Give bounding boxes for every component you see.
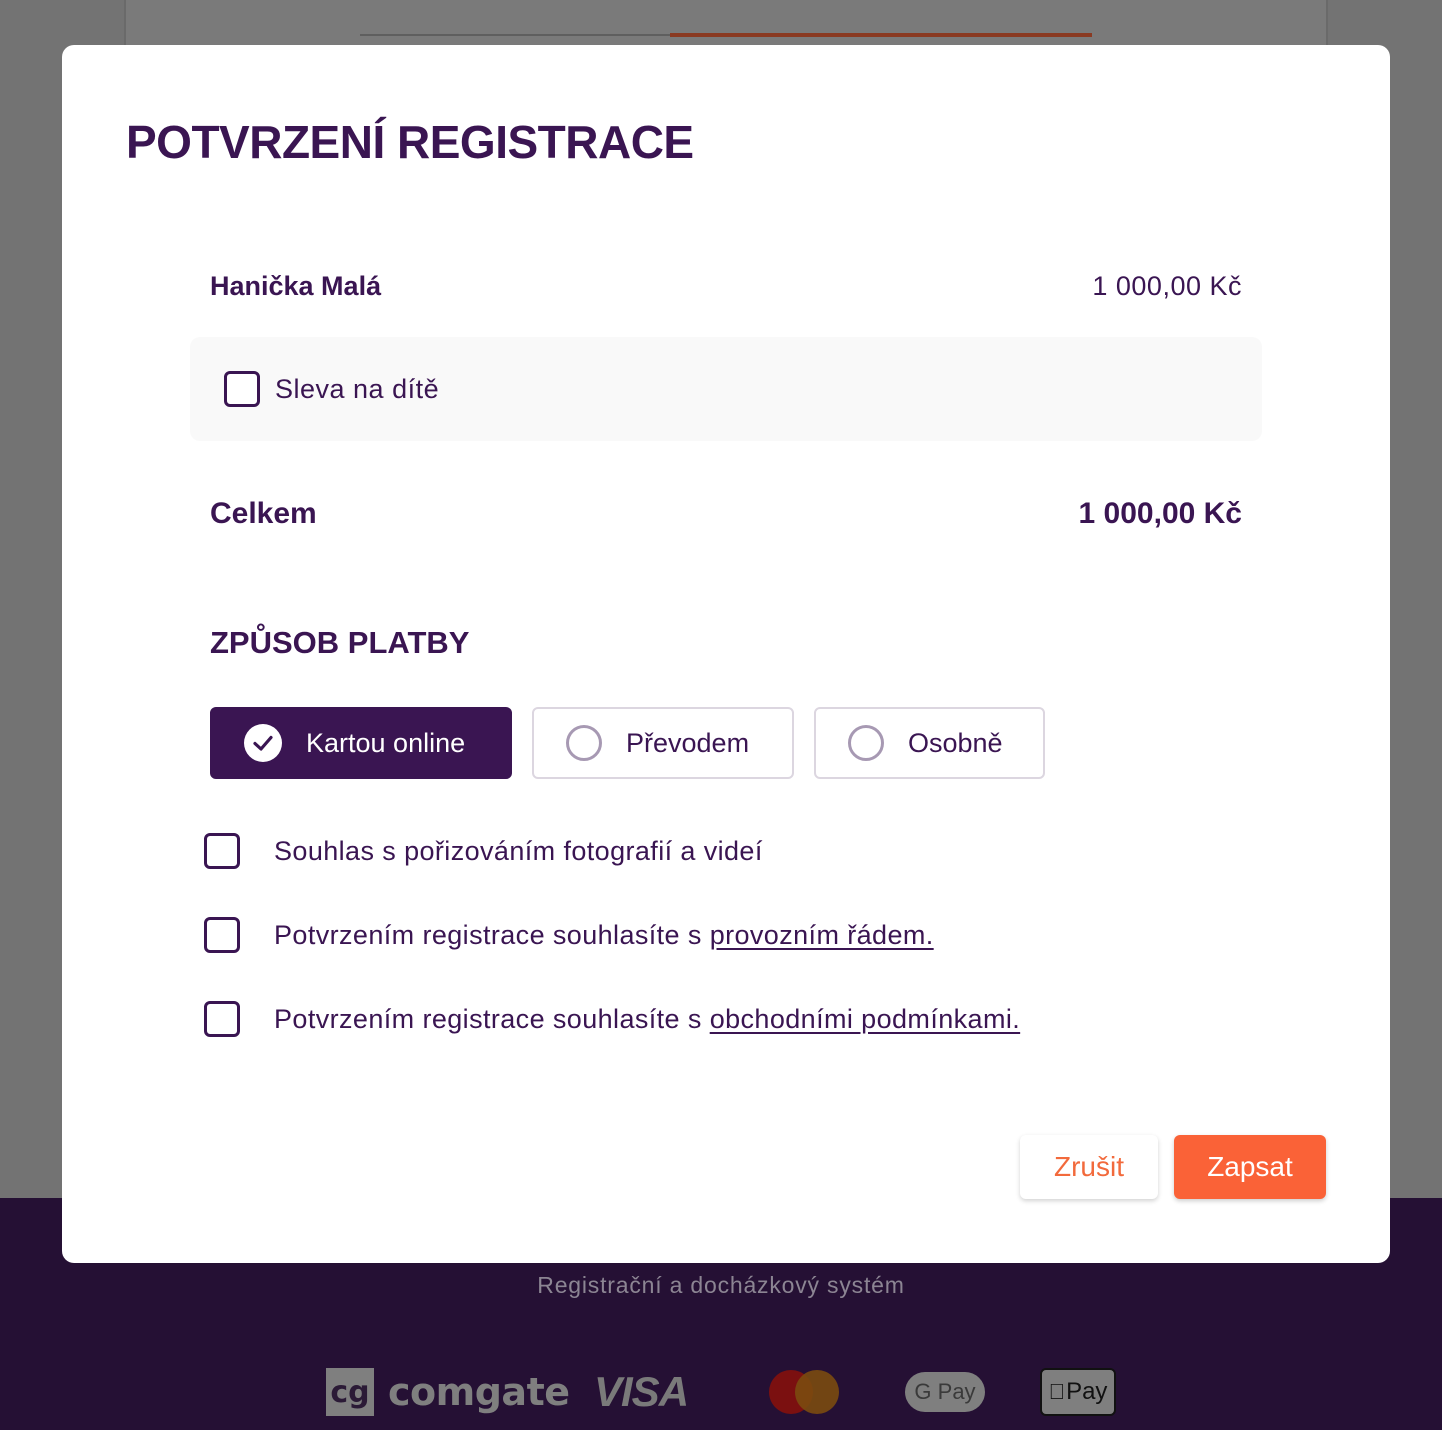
payment-method-title: ZPŮSOB PLATBY — [210, 625, 470, 660]
participant-name: Hanička Malá — [210, 271, 382, 301]
consent-operating-rules: Potvrzením registrace souhlasíte s provo… — [204, 917, 934, 953]
payment-option-in-person[interactable]: Osobně — [814, 707, 1045, 779]
consent-operating-rules-checkbox[interactable] — [204, 917, 240, 953]
consent-terms-text: Potvrzením registrace souhlasíte s obcho… — [274, 1004, 1020, 1035]
payment-method-options: Kartou online Převodem Osobně — [210, 707, 1045, 779]
comgate-name: comgate — [388, 1370, 570, 1414]
cancel-button[interactable]: Zrušit — [1020, 1135, 1158, 1199]
payment-logos: cg comgate VISA G Pay  Pay — [0, 1366, 1442, 1416]
visa-logo: VISA — [594, 1368, 689, 1415]
consent-text: Potvrzením registrace souhlasíte s — [274, 919, 710, 950]
google-pay-logo: G Pay — [905, 1372, 985, 1412]
consent-operating-rules-text: Potvrzením registrace souhlasíte s provo… — [274, 920, 934, 951]
dialog-title: POTVRZENÍ REGISTRACE — [126, 116, 694, 168]
radio-icon — [848, 725, 884, 761]
checkmark-icon — [244, 724, 282, 762]
payment-option-label: Kartou online — [306, 727, 466, 758]
total-label: Celkem — [210, 497, 317, 530]
radio-icon — [566, 725, 602, 761]
comgate-logo: cg comgate — [326, 1368, 570, 1416]
participant-row: Hanička Malá 1 000,00 Kč — [210, 271, 1242, 302]
terms-link[interactable]: obchodními podmínkami. — [710, 1004, 1020, 1034]
total-row: Celkem 1 000,00 Kč — [210, 497, 1242, 531]
consent-terms-checkbox[interactable] — [204, 1001, 240, 1037]
participant-price: 1 000,00 Kč — [1092, 271, 1242, 301]
payment-option-label: Převodem — [626, 727, 750, 758]
background-tab-active-indicator — [670, 33, 1092, 37]
discount-option: Sleva na dítě — [190, 337, 1262, 441]
consent-terms: Potvrzením registrace souhlasíte s obcho… — [204, 1001, 1020, 1037]
comgate-mark: cg — [326, 1368, 374, 1416]
registration-confirmation-dialog: POTVRZENÍ REGISTRACE Hanička Malá 1 000,… — [62, 45, 1390, 1263]
apple-pay-logo:  Pay — [1040, 1368, 1116, 1416]
payment-option-transfer[interactable]: Převodem — [532, 707, 794, 779]
consent-photos-checkbox[interactable] — [204, 833, 240, 869]
mastercard-logo — [769, 1370, 841, 1414]
discount-checkbox[interactable] — [224, 371, 260, 407]
consent-photos: Souhlas s pořizováním fotografií a videí — [204, 833, 763, 869]
total-value: 1 000,00 Kč — [1078, 497, 1242, 530]
footer-subtitle: Registrační a docházkový systém — [537, 1272, 905, 1298]
consent-text: Potvrzením registrace souhlasíte s — [274, 1003, 710, 1034]
submit-button[interactable]: Zapsat — [1174, 1135, 1326, 1199]
consent-photos-text: Souhlas s pořizováním fotografií a videí — [274, 835, 763, 866]
operating-rules-link[interactable]: provozním řádem. — [710, 920, 934, 950]
discount-label: Sleva na dítě — [275, 373, 440, 404]
apple-icon:  — [1049, 1379, 1066, 1405]
apple-pay-text: Pay — [1057, 1378, 1107, 1405]
payment-option-label: Osobně — [908, 727, 1003, 758]
payment-option-card-online[interactable]: Kartou online — [210, 707, 512, 779]
